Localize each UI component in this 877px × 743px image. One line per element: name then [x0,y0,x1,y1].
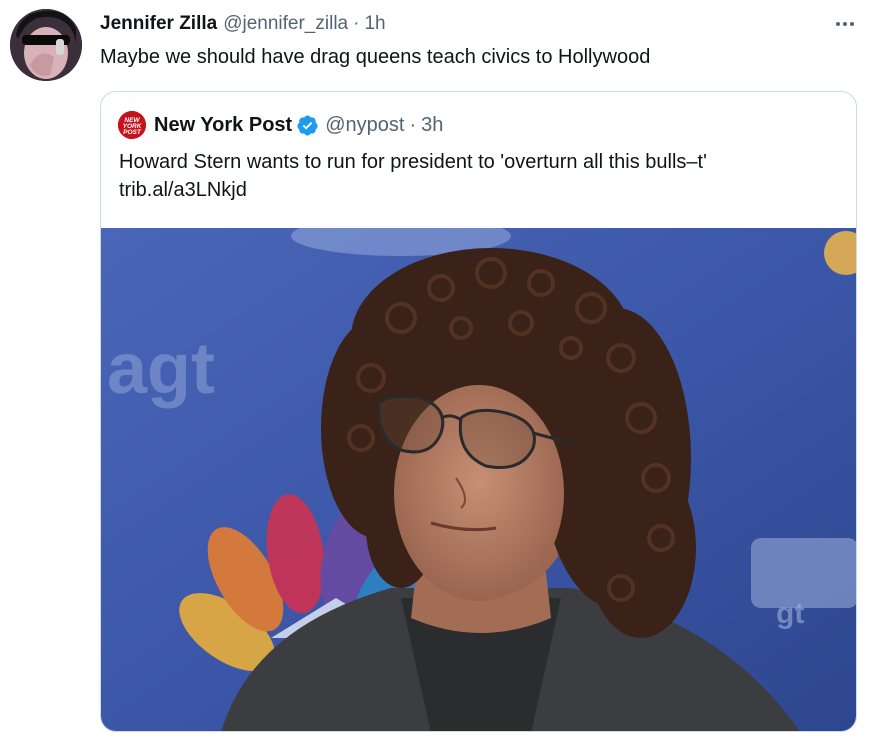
author-name[interactable]: Jennifer Zilla [100,13,217,35]
separator-dot: · [353,13,360,34]
tweet-text: Maybe we should have drag queens teach c… [100,46,651,68]
quoted-author-name[interactable]: New York Post [154,114,292,137]
quoted-separator-dot: · [409,113,417,136]
quoted-tweet-photo[interactable]: agt gt [101,228,856,731]
more-horizontal-icon [836,22,840,26]
tweet-header: Jennifer Zilla @jennifer_zilla · 1h [100,12,386,36]
backdrop-got-text: gt [776,597,804,630]
author-avatar[interactable] [10,9,82,81]
nypost-logo-icon: NEW YORK POST [118,111,146,139]
quoted-tweet-header: NEW YORK POST New York Post @nypost · 3h [118,111,443,139]
more-options-button[interactable] [830,14,860,34]
more-dot [850,22,854,26]
tweet-timestamp[interactable]: 1h [364,13,385,35]
quoted-tweet-link[interactable]: trib.al/a3LNkjd [119,176,247,204]
quoted-tweet-card[interactable]: NEW YORK POST New York Post @nypost · 3h… [100,91,857,732]
quoted-author-handle[interactable]: @nypost [325,114,404,137]
quoted-timestamp[interactable]: 3h [421,114,443,137]
backdrop-agt-text: agt [107,329,215,409]
photo-illustration: agt gt [101,228,856,731]
avatar-image [10,9,82,81]
logo-line-3: POST [123,129,142,136]
verified-badge-icon [297,114,318,136]
quoted-tweet-text: Howard Stern wants to run for president … [119,151,707,173]
author-handle[interactable]: @jennifer_zilla [223,13,348,35]
nypost-logo-avatar[interactable]: NEW YORK POST [118,111,146,139]
more-dot [843,22,847,26]
